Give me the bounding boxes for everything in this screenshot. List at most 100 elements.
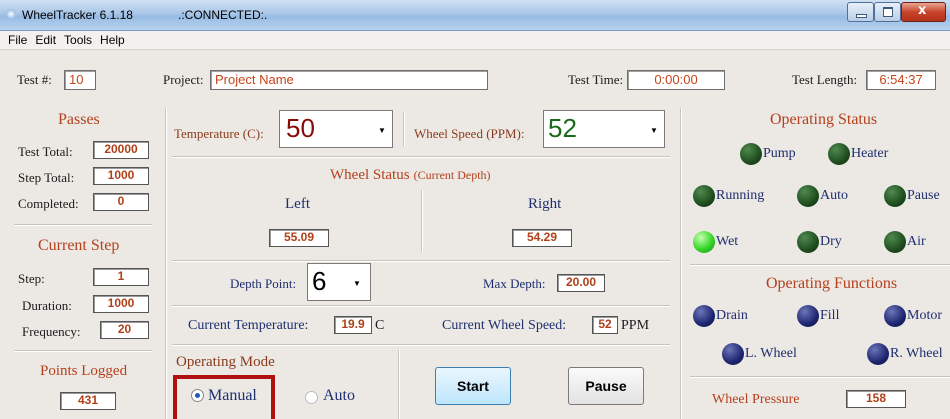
controls-divider: [403, 112, 405, 146]
auto-mode-radio[interactable]: [305, 391, 318, 404]
temperature-label: Temperature (C):: [174, 126, 264, 141]
dry-label: Dry: [820, 234, 842, 249]
menu-edit[interactable]: Edit: [35, 31, 56, 49]
current-wheel-speed-value: 52: [592, 316, 618, 334]
close-button[interactable]: x: [901, 2, 946, 22]
left-wheel-label-fn: L. Wheel: [745, 346, 797, 361]
test-total-value: 20000: [93, 141, 149, 159]
wet-label: Wet: [716, 234, 739, 249]
temperature-value: 50: [286, 113, 315, 143]
maximize-button[interactable]: [874, 2, 901, 22]
operating-functions-heading: Operating Functions: [766, 275, 898, 292]
duration-value: 1000: [93, 295, 149, 313]
wheel-speed-label: Wheel Speed (PPM):: [414, 126, 525, 141]
max-depth-value: 20.00: [557, 274, 605, 292]
motor-indicator[interactable]: [884, 305, 906, 327]
manual-mode-radio[interactable]: [191, 389, 204, 402]
operating-mode-heading: Operating Mode: [176, 354, 275, 370]
drain-label: Drain: [716, 308, 748, 323]
left-wheel-label: Left: [285, 196, 310, 212]
menu-file[interactable]: File: [8, 31, 27, 49]
frequency-label: Frequency:: [22, 324, 81, 339]
passes-heading: Passes: [58, 111, 100, 128]
radio-selected-icon: [191, 389, 204, 402]
menu-help[interactable]: Help: [100, 31, 125, 49]
chevron-down-icon: ▼: [378, 126, 386, 135]
maximize-icon: [883, 7, 893, 17]
fill-label: Fill: [820, 308, 840, 323]
test-time-label: Test Time:: [568, 72, 624, 87]
right-wheel-label: Right: [528, 196, 562, 212]
depth-point-select[interactable]: 6 ▼: [307, 263, 371, 301]
right-divider-2: [690, 376, 950, 378]
pause-label: Pause: [907, 188, 940, 203]
heater-label: Heater: [851, 146, 889, 161]
test-total-label: Test Total:: [18, 144, 73, 159]
left-wheel-indicator[interactable]: [722, 343, 744, 365]
wheel-pressure-value: 158: [846, 390, 906, 408]
mode-divider: [398, 350, 400, 419]
completed-value: 0: [93, 193, 149, 211]
chevron-down-icon: ▼: [353, 279, 361, 288]
running-label: Running: [716, 188, 765, 203]
pump-label: Pump: [763, 146, 796, 161]
project-field[interactable]: Project Name: [210, 70, 488, 90]
right-depth-value: 54.29: [512, 229, 572, 247]
left-panel-divider: [165, 108, 167, 419]
max-depth-label: Max Depth:: [483, 276, 546, 291]
current-wheel-speed-label: Current Wheel Speed:: [442, 318, 567, 333]
start-button[interactable]: Start: [435, 367, 511, 405]
current-temperature-label: Current Temperature:: [188, 318, 309, 333]
close-icon: x: [918, 3, 927, 18]
right-panel-divider: [680, 108, 682, 419]
test-length-label: Test Length:: [792, 72, 858, 87]
wheel-status-title: Wheel Status: [330, 167, 410, 183]
connection-status: .:CONNECTED:.: [178, 8, 268, 22]
menu-tools[interactable]: Tools: [64, 31, 92, 49]
manual-mode-label[interactable]: Manual: [208, 387, 257, 405]
step-value: 1: [93, 268, 149, 286]
pump-indicator: [740, 143, 762, 165]
auto-label: Auto: [820, 188, 848, 203]
operating-status-heading: Operating Status: [770, 111, 878, 128]
air-label: Air: [907, 234, 926, 249]
pause-button[interactable]: Pause: [568, 367, 644, 405]
window-title: WheelTracker 6.1.18: [22, 8, 133, 22]
title-bar: WheelTracker 6.1.18 .:CONNECTED:. x: [0, 0, 950, 31]
right-wheel-label-fn: R. Wheel: [890, 346, 943, 361]
temperature-select[interactable]: 50 ▼: [279, 110, 393, 148]
step-total-label: Step Total:: [18, 170, 75, 185]
test-number-label: Test #:: [17, 72, 52, 87]
fill-indicator[interactable]: [797, 305, 819, 327]
depth-point-value: 6: [312, 266, 327, 296]
left-depth-value: 55.09: [269, 229, 329, 247]
project-label: Project:: [163, 72, 204, 87]
mid-divider-3: [172, 305, 670, 307]
right-divider-1: [690, 264, 950, 266]
duration-label: Duration:: [22, 298, 72, 313]
minimize-button[interactable]: [847, 2, 874, 22]
wet-indicator: [693, 231, 715, 253]
wheel-status-divider: [421, 190, 423, 252]
app-icon: [6, 9, 16, 19]
wheel-speed-select[interactable]: 52 ▼: [543, 110, 665, 148]
step-total-value: 1000: [93, 167, 149, 185]
current-wheel-speed-unit: PPM: [621, 318, 650, 333]
drain-indicator[interactable]: [693, 305, 715, 327]
right-wheel-indicator[interactable]: [867, 343, 889, 365]
heater-indicator: [828, 143, 850, 165]
points-logged-value: 431: [60, 392, 116, 410]
wheel-speed-value: 52: [548, 113, 577, 143]
auto-mode-label[interactable]: Auto: [323, 387, 355, 405]
frequency-value: 20: [100, 321, 149, 339]
points-logged-heading: Points Logged: [40, 363, 128, 379]
depth-point-label: Depth Point:: [230, 276, 297, 291]
step-label: Step:: [18, 271, 45, 286]
test-length-field: 6:54:37: [866, 70, 936, 90]
running-indicator: [693, 185, 715, 207]
minimize-icon: [856, 14, 867, 18]
auto-indicator: [797, 185, 819, 207]
wheel-pressure-label: Wheel Pressure: [712, 392, 800, 407]
completed-label: Completed:: [18, 196, 79, 211]
test-number-field[interactable]: 10: [64, 70, 96, 90]
